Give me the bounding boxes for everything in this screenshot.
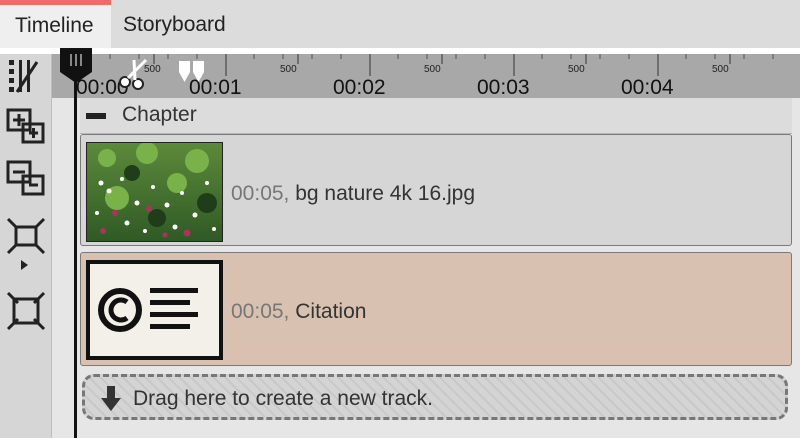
zoom-menu-arrow[interactable] bbox=[18, 258, 30, 270]
tab-timeline[interactable]: Timeline bbox=[0, 0, 111, 48]
chapter-label: Chapter bbox=[122, 103, 197, 126]
collapse-icon[interactable] bbox=[86, 113, 106, 119]
nature-thumbnail bbox=[86, 142, 223, 242]
expand-tracks-icon bbox=[6, 108, 45, 144]
clip-citation[interactable]: 00:05, Citation bbox=[80, 252, 792, 366]
clip-image[interactable]: 00:05, bg nature 4k 16.jpg bbox=[80, 134, 792, 246]
clip-name: Citation bbox=[295, 300, 367, 323]
copyright-icon bbox=[98, 288, 198, 332]
ruler-sublabel: 500 bbox=[424, 64, 441, 75]
playhead-handle[interactable] bbox=[59, 48, 93, 84]
time-ruler[interactable]: 00:00 00:01 00:02 00:03 00:04 500 500 50… bbox=[52, 54, 800, 99]
scissors-icon[interactable] bbox=[116, 56, 156, 90]
zoom-fit-button[interactable] bbox=[5, 216, 47, 258]
clip-caption: 00:05, bg nature 4k 16.jpg bbox=[231, 182, 475, 206]
new-track-label: Drag here to create a new track. bbox=[133, 387, 433, 410]
ruler-sublabel: 500 bbox=[568, 64, 585, 75]
tab-storyboard[interactable]: Storyboard bbox=[123, 0, 226, 48]
chapter-header[interactable]: Chapter bbox=[80, 98, 792, 134]
track-area[interactable]: Chapter 00:05, bg nature 4k 16.jpg 00:05… bbox=[52, 98, 800, 438]
arrow-down-icon bbox=[101, 386, 121, 411]
adjust-speed-icon bbox=[9, 60, 39, 93]
playhead-line[interactable] bbox=[74, 80, 77, 438]
zoom-expand-icon bbox=[6, 291, 46, 331]
zoom-expand-button[interactable] bbox=[5, 290, 47, 332]
marker-icon[interactable] bbox=[178, 60, 206, 86]
triangle-right-icon bbox=[21, 260, 28, 270]
tab-bar: Timeline Storyboard bbox=[0, 0, 800, 48]
clip-duration: 00:05, bbox=[231, 300, 290, 323]
ruler-sublabel: 500 bbox=[712, 64, 729, 75]
clip-caption: 00:05, Citation bbox=[231, 300, 366, 324]
clip-duration: 00:05, bbox=[231, 182, 290, 205]
expand-tracks-button[interactable] bbox=[5, 106, 47, 148]
timeline-toolbar bbox=[0, 54, 52, 438]
adjust-speed-button[interactable] bbox=[5, 56, 47, 98]
ruler-ticks bbox=[81, 54, 774, 76]
ruler-label: 00:03 bbox=[477, 76, 530, 99]
ruler-label: 00:02 bbox=[333, 76, 386, 99]
collapse-tracks-icon bbox=[6, 160, 45, 196]
clip-name: bg nature 4k 16.jpg bbox=[295, 182, 476, 205]
citation-thumbnail bbox=[86, 260, 223, 360]
zoom-fit-icon bbox=[6, 217, 46, 255]
ruler-label: 00:04 bbox=[621, 76, 674, 99]
ruler-sublabel: 500 bbox=[280, 64, 297, 75]
new-track-dropzone[interactable]: Drag here to create a new track. bbox=[82, 374, 788, 420]
collapse-tracks-button[interactable] bbox=[5, 158, 47, 200]
